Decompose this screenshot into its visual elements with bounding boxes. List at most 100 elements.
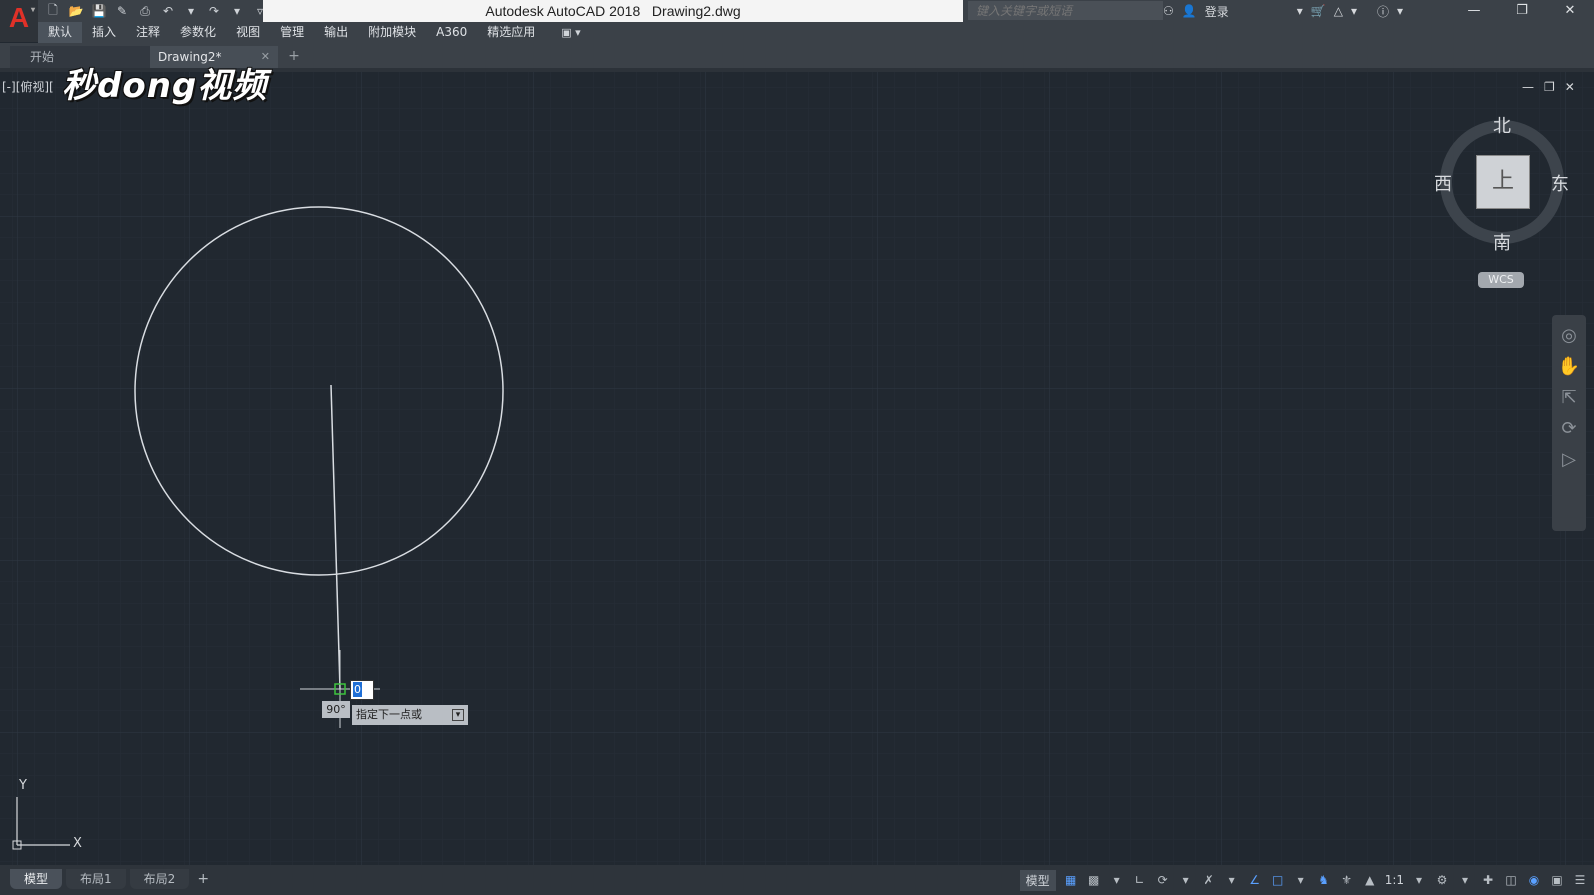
ribbon-tab-output[interactable]: 输出 [314,22,358,43]
annotation-scale-icon[interactable]: ▲ [1362,872,1378,888]
viewport-controls-label[interactable]: [-][俯视][ [2,78,54,95]
layout-tab-layout2[interactable]: 布局2 [129,869,190,889]
undo-icon[interactable]: ↶ [159,3,177,19]
status-toggles: 模型 ▦ ▩ ▾ ∟ ⟳ ▾ ✗ ▾ ∠ □ ▾ ♞ ⚜ ▲ 1:1 ▾ ⚙ ▾… [1019,868,1588,892]
new-tab-button[interactable]: + [285,47,303,65]
annotation-monitor-icon[interactable]: ✚ [1480,872,1496,888]
grid-display-icon[interactable]: ▦ [1063,872,1079,888]
ribbon-tab-manage[interactable]: 管理 [270,22,314,43]
ribbon-tab-a360[interactable]: A360 [426,22,477,43]
search-input[interactable] [974,2,1158,20]
ribbon-tab-parametric[interactable]: 参数化 [170,22,226,43]
close-icon[interactable]: ✕ [1546,0,1594,22]
wcs-menu-button[interactable]: WCS [1478,272,1524,288]
command-prompt-text: 指定下一点或 [356,708,422,721]
viewcube-east[interactable]: 东 [1551,170,1569,196]
steering-wheel-icon[interactable]: ◎ [1561,325,1577,346]
ribbon-tab-insert[interactable]: 插入 [82,22,126,43]
dynamic-input-field[interactable]: 0 [350,680,374,700]
autocad-logo-icon: A [8,2,30,33]
pan-icon[interactable]: ✋ [1558,356,1580,377]
osnap-dropdown-icon[interactable]: ▾ [1293,872,1309,888]
status-bar: 模型 布局1 布局2 + 模型 ▦ ▩ ▾ ∟ ⟳ ▾ ✗ ▾ ∠ □ ▾ ♞ … [0,865,1594,895]
quick-access-toolbar: 🗋 📂 💾 ✎ ⎙ ↶ ▾ ↷ ▾ ▿ [44,0,269,22]
hardware-acceleration-icon[interactable]: ◉ [1526,872,1542,888]
viewport-close-icon[interactable]: ✕ [1565,80,1575,94]
add-layout-button[interactable]: + [193,869,213,889]
cart-icon[interactable]: 🛒 [1311,4,1326,18]
auto-scale-icon[interactable]: ⚜ [1339,872,1355,888]
viewcube-south[interactable]: 南 [1493,229,1511,255]
object-snap-icon[interactable]: □ [1270,872,1286,888]
viewport-minimize-icon[interactable]: — [1522,80,1534,94]
ribbon-tab-view[interactable]: 视图 [226,22,270,43]
ribbon-display-toggle-icon[interactable]: ▣ ▾ [561,26,580,39]
redo-icon[interactable]: ↷ [205,3,223,19]
new-file-icon[interactable]: 🗋 [44,3,62,19]
login-button[interactable]: 登录 [1205,3,1229,20]
open-file-icon[interactable]: 📂 [67,3,85,19]
title-right-controls: ⚇ 👤 登录 ▾ 🛒 △ ▾ ⓘ ▾ [1163,0,1403,22]
showmotion-icon[interactable]: ▷ [1562,449,1576,470]
drawing-canvas[interactable] [0,72,1594,865]
layout-tab-model[interactable]: 模型 [10,869,63,889]
viewcube-top-face[interactable]: 上 [1476,155,1530,209]
clean-screen-icon[interactable]: ▣ [1549,872,1565,888]
polar-dropdown-icon[interactable]: ▾ [1178,872,1194,888]
scale-dropdown-icon[interactable]: ▾ [1411,872,1427,888]
object-snap-tracking-icon[interactable]: ∠ [1247,872,1263,888]
viewcube-west[interactable]: 西 [1434,170,1452,196]
ucs-y-label: Y [19,778,27,793]
undo-dropdown-icon[interactable]: ▾ [182,3,200,19]
customization-menu-icon[interactable]: ☰ [1572,872,1588,888]
model-space-toggle[interactable]: 模型 [1019,869,1056,891]
units-icon[interactable]: ◫ [1503,872,1519,888]
annotation-visibility-icon[interactable]: ♞ [1316,872,1332,888]
save-as-icon[interactable]: ✎ [113,3,131,19]
a360-icon[interactable]: △ [1334,4,1343,18]
user-icon[interactable]: 👤 [1182,4,1197,18]
window-title: Autodesk AutoCAD 2018 Drawing2.dwg [263,0,963,22]
help-dropdown-icon[interactable]: ▾ [1397,4,1403,18]
snap-dropdown-icon[interactable]: ▾ [1109,872,1125,888]
viewport-window-controls: — ❐ ✕ [1522,80,1575,94]
ribbon-tab-addins[interactable]: 附加模块 [358,22,426,43]
binoculars-icon[interactable]: ⚇ [1163,4,1174,18]
dynamic-input-value: 0 [353,682,362,697]
ucs-x-label: X [73,836,82,851]
isodraft-dropdown-icon[interactable]: ▾ [1224,872,1240,888]
a360-dropdown-icon[interactable]: ▾ [1351,4,1357,18]
restore-icon[interactable]: ❐ [1498,0,1546,22]
search-box[interactable] [968,1,1163,20]
redo-dropdown-icon[interactable]: ▾ [228,3,246,19]
ribbon-tab-featured-apps[interactable]: 精选应用 [477,22,545,43]
zoom-extents-icon[interactable]: ⇱ [1561,387,1576,408]
login-dropdown-icon[interactable]: ▾ [1297,4,1303,18]
isodraft-icon[interactable]: ✗ [1201,872,1217,888]
window-controls: — ❐ ✕ [1450,0,1594,22]
document-title: Drawing2.dwg [651,3,741,19]
print-icon[interactable]: ⎙ [136,3,154,19]
workspace-dropdown-icon[interactable]: ▾ [1457,872,1473,888]
watermark-logo: 秒dong视频 [62,66,268,106]
app-menu-caret-icon: ▾ [30,5,35,14]
layout-tab-layout1[interactable]: 布局1 [66,869,126,889]
grid [0,72,1594,865]
minimize-icon[interactable]: — [1450,0,1498,22]
ribbon-tab-default[interactable]: 默认 [38,22,83,43]
application-menu-button[interactable]: A ▾ [0,0,38,42]
ortho-icon[interactable]: ∟ [1132,872,1148,888]
snap-mode-icon[interactable]: ▩ [1086,872,1102,888]
prompt-options-icon[interactable]: ▾ [452,709,464,721]
annotation-scale-value[interactable]: 1:1 [1385,873,1404,887]
orbit-icon[interactable]: ⟳ [1561,418,1576,439]
polar-tracking-icon[interactable]: ⟳ [1155,872,1171,888]
angle-tooltip: 90° [322,701,350,718]
viewport-restore-icon[interactable]: ❐ [1544,80,1555,94]
save-icon[interactable]: 💾 [90,3,108,19]
help-icon[interactable]: ⓘ [1377,3,1389,20]
workspace-gear-icon[interactable]: ⚙ [1434,872,1450,888]
ribbon-tab-bar: 默认 插入 注释 参数化 视图 管理 输出 附加模块 A360 精选应用 ▣ ▾ [38,22,1594,43]
viewcube-north[interactable]: 北 [1493,112,1511,138]
ribbon-tab-annotate[interactable]: 注释 [126,22,170,43]
